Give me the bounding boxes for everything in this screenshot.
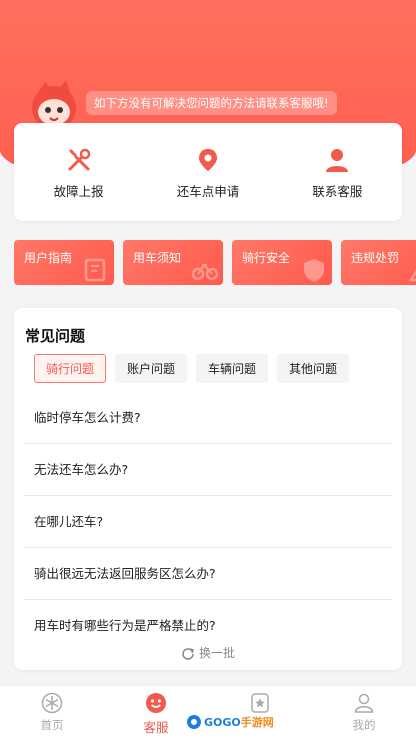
guide-card-user-guide[interactable]: 用户指南 [14, 240, 114, 285]
warning-icon [409, 269, 416, 282]
refresh-icon [182, 647, 194, 660]
tab-label: 我的 [352, 718, 376, 732]
wrench-screwdriver-icon [68, 148, 90, 171]
return-point-apply-button[interactable]: 还车点申请 [143, 123, 272, 221]
customer-service-icon [326, 149, 349, 172]
faq-tab-vehicle[interactable]: 车辆问题 [196, 354, 269, 383]
shield-icon [304, 259, 324, 282]
guide-label: 违规处罚 [351, 251, 400, 265]
report-fault-button[interactable]: 故障上报 [14, 123, 143, 221]
book-icon [84, 258, 106, 282]
faq-card: 常见问题 骑行问题 账户问题 车辆问题 其他问题 临时停车怎么计费? 无法还车怎… [14, 308, 402, 670]
guide-card-usage-notice[interactable]: 用车须知 [123, 240, 223, 285]
faq-question[interactable]: 无法还车怎么办? [24, 444, 392, 496]
faq-title: 常见问题 [25, 327, 86, 345]
help-tip: 如下方没有可解决您问题的方法请联系客服哦! [86, 91, 337, 115]
faq-tabs: 骑行问题 账户问题 车辆问题 其他问题 [34, 354, 350, 383]
guide-card-riding-safety[interactable]: 骑行安全 [232, 240, 332, 285]
faq-tab-riding[interactable]: 骑行问题 [34, 354, 107, 383]
quick-actions-card: 故障上报 还车点申请 联系客服 [14, 123, 402, 221]
faq-question[interactable]: 骑出很远无法返回服务区怎么办? [24, 548, 392, 600]
quick-action-label: 还车点申请 [176, 184, 240, 199]
watermark-text: GOGO手游网 [204, 716, 274, 729]
quick-action-label: 故障上报 [53, 184, 104, 199]
tab-home[interactable]: 首页 [0, 686, 104, 740]
guide-label: 用车须知 [133, 251, 182, 265]
guide-card-violation-penalty[interactable]: 违规处罚 [341, 240, 416, 285]
faq-tab-account[interactable]: 账户问题 [115, 354, 188, 383]
faq-question[interactable]: 临时停车怎么计费? [24, 392, 392, 444]
contact-support-button[interactable]: 联系客服 [273, 123, 402, 221]
refresh-button[interactable]: 换一批 [14, 644, 402, 661]
bicycle-icon [191, 263, 219, 281]
smiley-icon [146, 693, 166, 713]
guide-label: 骑行安全 [242, 251, 291, 265]
user-icon [354, 693, 374, 713]
location-pin-icon [198, 149, 217, 171]
faq-question[interactable]: 在哪儿还车? [24, 496, 392, 548]
guide-label: 用户指南 [24, 251, 73, 265]
tab-profile[interactable]: 我的 [312, 686, 416, 740]
guide-cards: 用户指南 用车须知 骑行安全 违规处罚 [14, 240, 416, 286]
watermark: GOGO手游网 [186, 711, 274, 733]
tab-label: 首页 [40, 718, 64, 732]
faq-tab-other[interactable]: 其他问题 [277, 354, 350, 383]
snowflake-icon [41, 692, 63, 714]
quick-action-label: 联系客服 [312, 184, 363, 199]
tab-label: 客服 [143, 720, 169, 735]
refresh-label: 换一批 [198, 646, 235, 660]
watermark-logo-icon [187, 715, 201, 729]
faq-list: 临时停车怎么计费? 无法还车怎么办? 在哪儿还车? 骑出很远无法返回服务区怎么办… [24, 392, 392, 652]
